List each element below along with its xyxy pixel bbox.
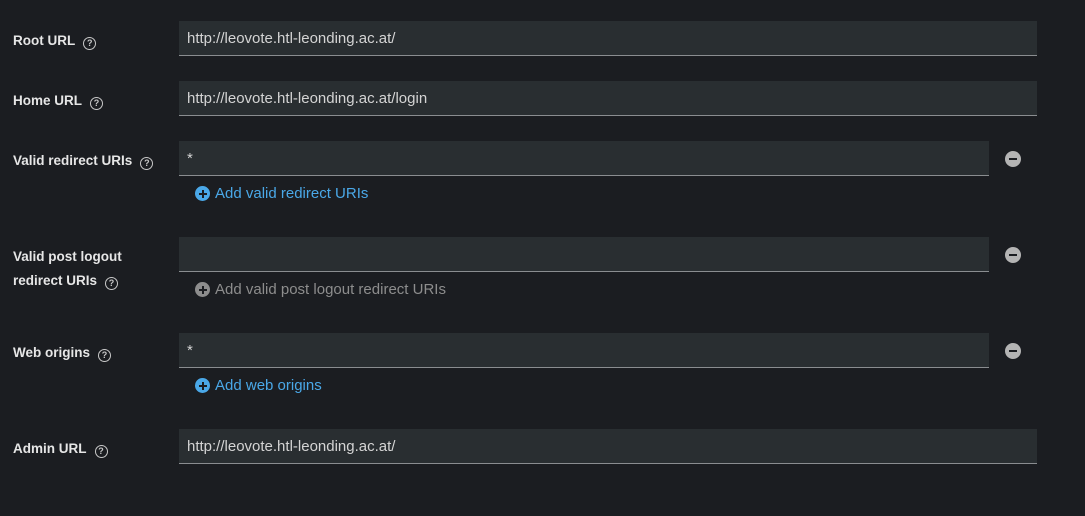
valid-redirect-uris-label-text: Valid redirect URIs — [13, 153, 133, 168]
help-icon[interactable]: ? — [98, 349, 112, 362]
valid-post-logout-label-line1: Valid post logout — [13, 249, 122, 264]
add-valid-redirect-uris-button[interactable]: Add valid redirect URIs — [195, 185, 368, 202]
help-icon[interactable]: ? — [140, 157, 154, 170]
admin-url-label-text: Admin URL — [13, 441, 87, 456]
web-origins-label-text: Web origins — [13, 345, 91, 360]
remove-post-logout-uri-icon[interactable] — [1005, 247, 1021, 263]
add-web-origins-label: Add web origins — [215, 377, 322, 394]
root-url-label: Root URL? — [13, 29, 97, 53]
valid-post-logout-redirect-uri-input[interactable] — [179, 237, 989, 272]
web-origin-input[interactable]: * — [179, 333, 989, 368]
plus-circle-icon — [195, 378, 210, 393]
help-icon[interactable]: ? — [105, 277, 119, 290]
root-url-label-text: Root URL — [13, 33, 76, 48]
home-url-label: Home URL? — [13, 89, 104, 113]
add-valid-post-logout-redirect-uris-label: Add valid post logout redirect URIs — [215, 281, 446, 298]
add-valid-redirect-uris-label: Add valid redirect URIs — [215, 185, 369, 202]
add-valid-post-logout-redirect-uris-button[interactable]: Add valid post logout redirect URIs — [195, 281, 446, 298]
admin-url-label: Admin URL? — [13, 437, 108, 461]
help-icon[interactable]: ? — [94, 445, 108, 458]
add-web-origins-button[interactable]: Add web origins — [195, 377, 322, 394]
admin-url-input[interactable]: http://leovote.htl-leonding.ac.at/ — [179, 429, 1037, 464]
help-icon[interactable]: ? — [90, 97, 104, 110]
client-url-settings-form: Root URL? http://leovote.htl-leonding.ac… — [0, 0, 1085, 516]
plus-circle-icon — [195, 186, 210, 201]
valid-post-logout-redirect-uris-label: Valid post logout redirect URIs? — [13, 245, 122, 293]
remove-web-origin-icon[interactable] — [1005, 343, 1021, 359]
root-url-input[interactable]: http://leovote.htl-leonding.ac.at/ — [179, 21, 1037, 56]
home-url-label-text: Home URL — [13, 93, 83, 108]
web-origins-label: Web origins? — [13, 341, 112, 365]
help-icon[interactable]: ? — [83, 37, 97, 50]
remove-redirect-uri-icon[interactable] — [1005, 151, 1021, 167]
valid-redirect-uris-label: Valid redirect URIs? — [13, 149, 154, 173]
plus-circle-icon — [195, 282, 210, 297]
home-url-input[interactable]: http://leovote.htl-leonding.ac.at/login — [179, 81, 1037, 116]
valid-redirect-uri-input[interactable]: * — [179, 141, 989, 176]
valid-post-logout-label-line2: redirect URIs — [13, 273, 98, 288]
